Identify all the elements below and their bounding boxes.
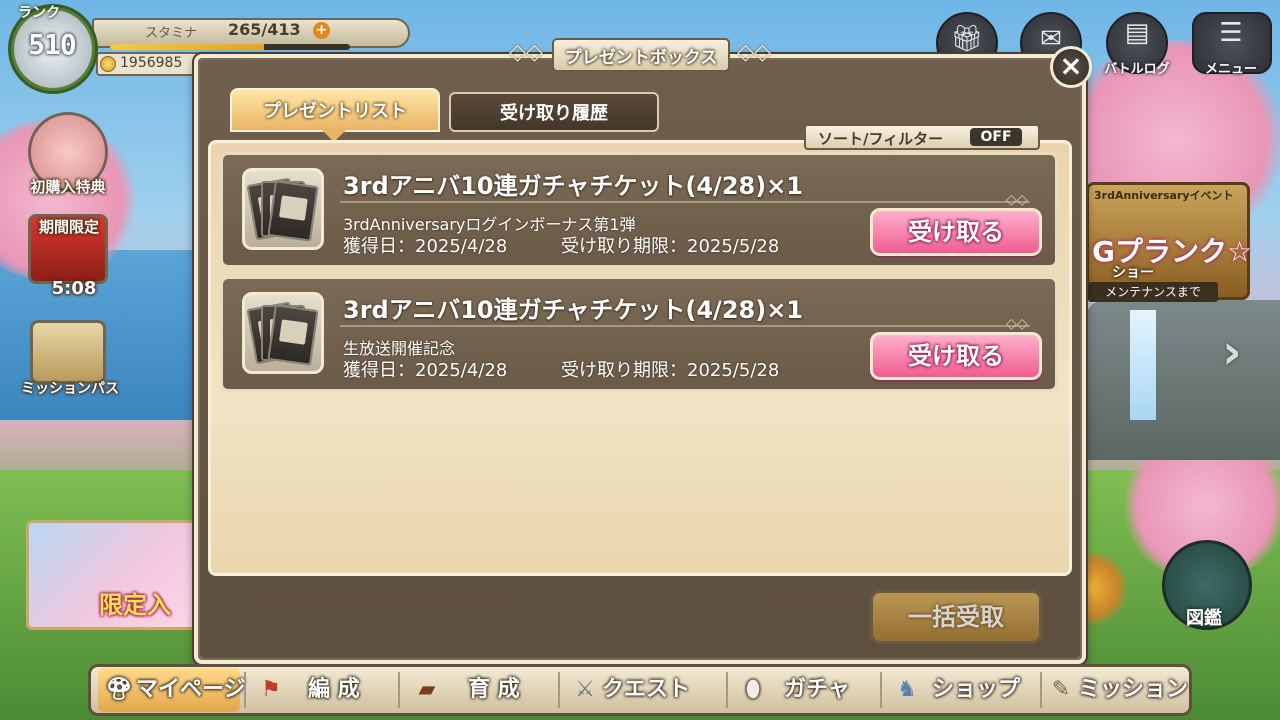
stamina-value: 265/413	[228, 20, 301, 39]
mushroom-icon: 🍄︎	[105, 677, 133, 702]
nav-mission-label: ミッション	[1078, 677, 1189, 702]
item-deadline: 受け取り期限：2025/5/28	[561, 360, 780, 381]
first-purchase-label: 初購入特典	[30, 178, 106, 196]
nav-divider	[244, 672, 246, 708]
ticket-face	[279, 319, 308, 345]
stamina-plus-button[interactable]: +	[313, 22, 330, 39]
flag-icon: ⚑	[261, 677, 281, 702]
claim-button[interactable]: 受け取る	[870, 208, 1042, 256]
ticket-face	[279, 195, 308, 221]
limited-banner[interactable]: 限定入	[26, 520, 198, 630]
sort-filter-label: ソート/フィルター	[818, 130, 944, 148]
coin-icon	[100, 56, 116, 72]
ticket-icon	[267, 180, 319, 242]
event-subtitle: ショー	[1112, 265, 1154, 281]
rank-value: 510	[28, 28, 77, 61]
nav-divider	[726, 672, 728, 708]
egg-icon: ⬮	[746, 677, 760, 702]
crossed-swords-icon: ⚔	[575, 677, 595, 702]
hamburger-icon: ☰	[1219, 18, 1243, 48]
document-icon: ▤	[1124, 18, 1150, 48]
item-divider	[340, 325, 1030, 327]
pet-icon[interactable]	[1082, 546, 1126, 630]
mission-pass-button[interactable]	[30, 320, 106, 384]
nav-divider	[398, 672, 400, 708]
item-divider	[340, 201, 1030, 203]
waterfall-background	[1130, 310, 1156, 420]
ornament-left-icon: ◇◇	[509, 40, 543, 65]
item-title: 3rdアニバ10連ガチャチケット(4/28)×1	[343, 172, 804, 200]
ticket-icon	[267, 304, 319, 366]
ornament-icon: ◇◇	[1006, 316, 1028, 332]
item-thumbnail	[242, 292, 324, 374]
nav-training-label: 育 成	[468, 677, 520, 702]
banner-text: 限定入	[99, 591, 171, 619]
nav-gacha-label: ガチャ	[784, 677, 850, 702]
nav-mypage[interactable]: 🍄︎ マイページ	[98, 668, 246, 712]
limited-time-label: 期間限定	[38, 218, 99, 236]
item-acquired-date: 獲得日：2025/4/28	[343, 236, 508, 257]
nav-shop[interactable]: ♞ ショップ	[890, 668, 1040, 712]
rank-label: ランク	[18, 5, 60, 21]
tab-present-list[interactable]: プレゼントリスト	[230, 88, 440, 132]
claim-button[interactable]: 受け取る	[870, 332, 1042, 380]
item-title: 3rdアニバ10連ガチャチケット(4/28)×1	[343, 296, 804, 324]
bulk-claim-button[interactable]: 一括受取	[870, 590, 1042, 644]
nav-formation-label: 編 成	[308, 677, 360, 702]
pouch-icon: ♞	[897, 677, 917, 702]
nav-divider	[1040, 672, 1042, 708]
close-button[interactable]: ×	[1050, 46, 1092, 88]
encyclopedia-label: 図鑑	[1186, 608, 1222, 629]
nav-divider	[880, 672, 882, 708]
nav-gacha[interactable]: ⬮ ガチャ	[736, 668, 876, 712]
event-countdown: メンテナンスまで	[1088, 282, 1218, 302]
nav-quest[interactable]: ⚔ クエスト	[568, 668, 724, 712]
mission-pass-label: ミッションパス	[21, 381, 119, 397]
stamina-gauge	[110, 44, 350, 50]
ornament-icon: ◇◇	[1006, 192, 1028, 208]
nav-quest-label: クエスト	[602, 677, 691, 702]
nav-mission[interactable]: ✎ ミッション	[1044, 668, 1188, 712]
nav-mypage-label: マイページ	[136, 677, 246, 702]
nav-divider	[558, 672, 560, 708]
tab-receive-history[interactable]: 受け取り履歴	[449, 92, 659, 132]
gold-value: 1956985	[120, 55, 183, 71]
book-icon: ▰	[418, 677, 436, 702]
menu-label: メニュー	[1204, 62, 1257, 77]
stamina-label: スタミナ	[145, 26, 198, 41]
event-title: 3rdAnniversaryイベント	[1094, 189, 1234, 202]
nav-formation[interactable]: ⚑ 編 成	[254, 668, 394, 712]
dialog-title: プレゼントボックス	[564, 48, 718, 68]
cliff-background	[1085, 300, 1280, 460]
item-thumbnail	[242, 168, 324, 250]
nav-training[interactable]: ▰ 育 成	[410, 668, 556, 712]
stamina-gauge-fill	[110, 44, 265, 50]
battle-log-label: バトルログ	[1104, 62, 1170, 77]
ornament-right-icon: ◇◇	[737, 40, 771, 65]
scroll-icon: ✎	[1051, 677, 1071, 702]
item-acquired-date: 獲得日：2025/4/28	[343, 360, 508, 381]
sort-filter-state: OFF	[970, 128, 1022, 146]
gift-icon: 🎁︎	[950, 24, 984, 54]
limited-timer: 5:08	[51, 278, 97, 299]
next-arrow-icon[interactable]: ›	[1222, 324, 1242, 380]
nav-shop-label: ショップ	[932, 677, 1021, 702]
item-deadline: 受け取り期限：2025/5/28	[561, 236, 780, 257]
